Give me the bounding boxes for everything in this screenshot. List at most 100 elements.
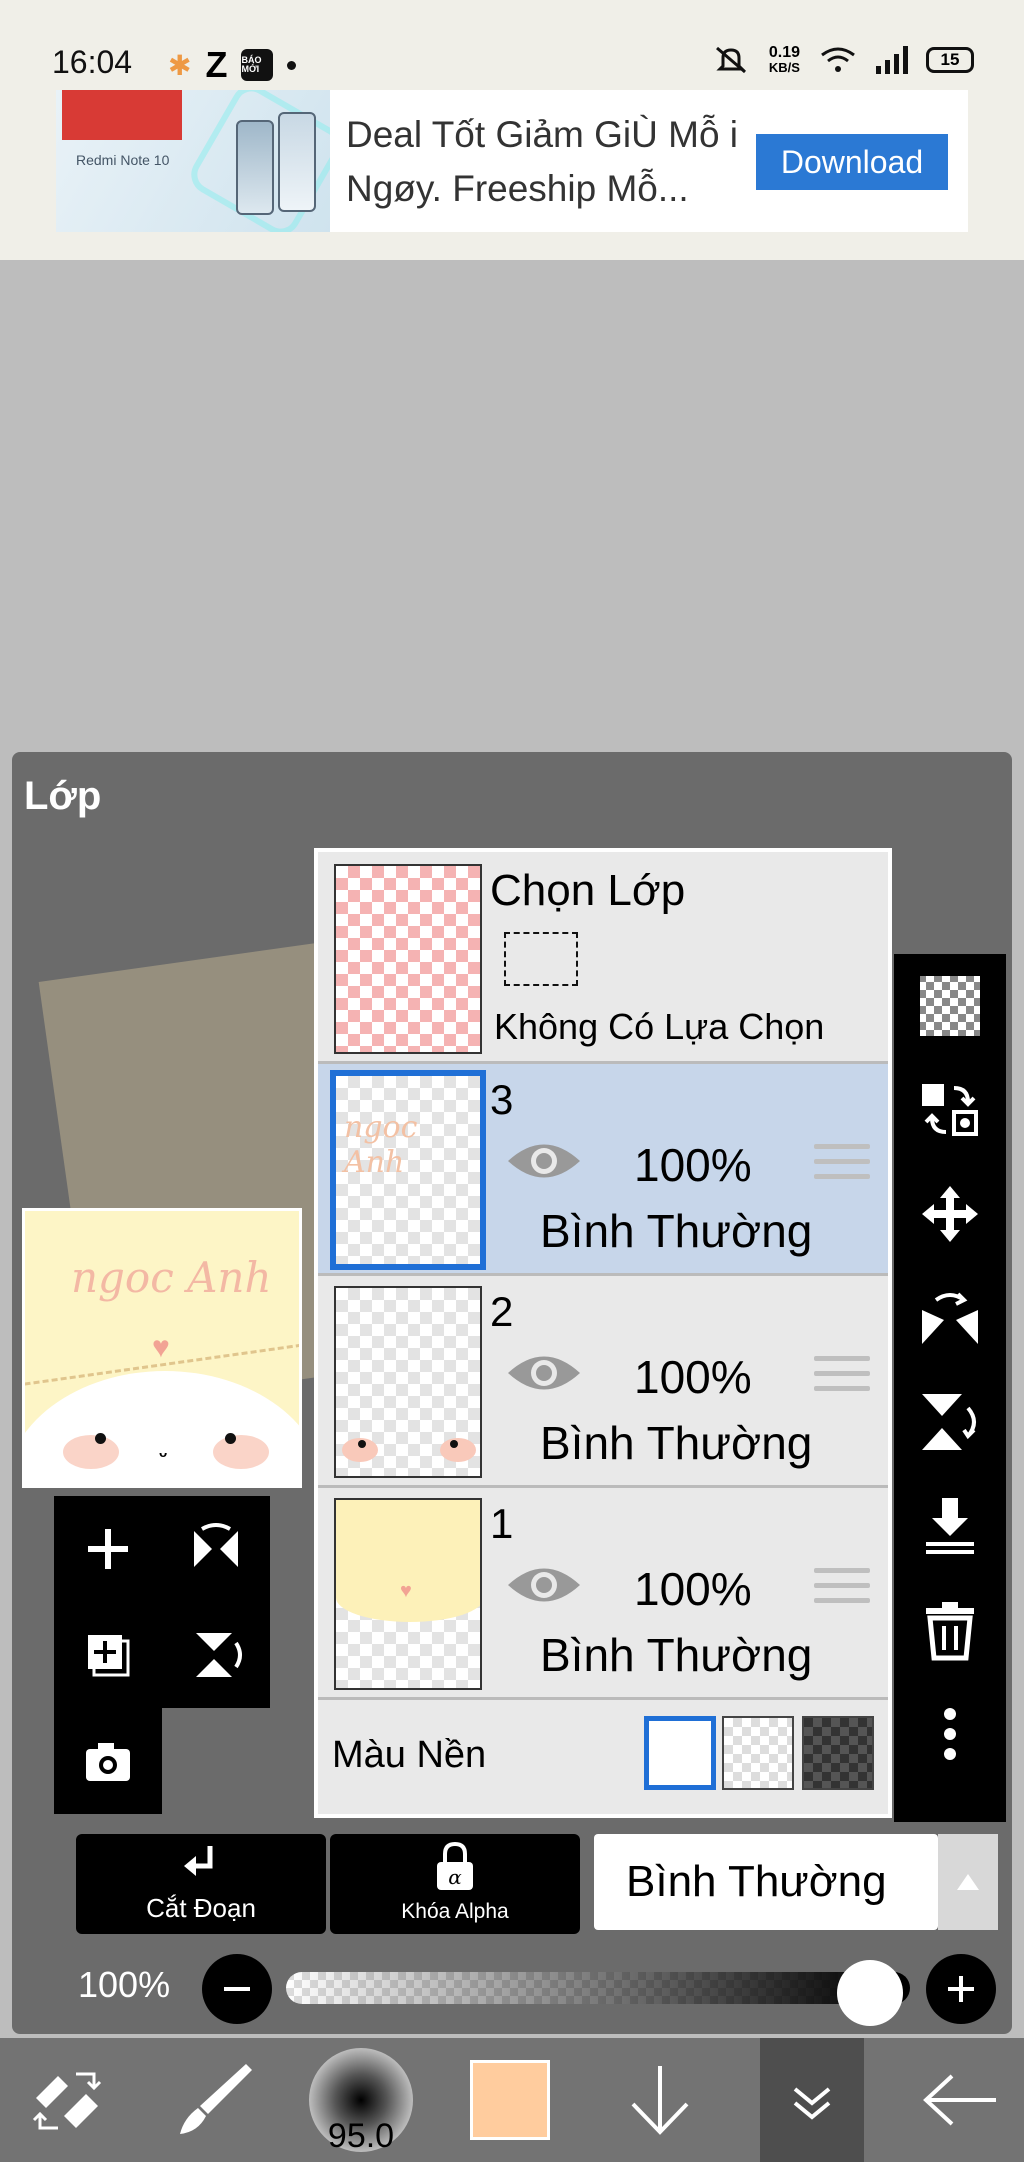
- eye-icon[interactable]: [504, 1136, 584, 1186]
- flip-vertical-button[interactable]: [162, 1602, 270, 1708]
- news-icon: BÁO MỚI: [241, 49, 274, 81]
- blend-mode-select[interactable]: Bình Thường: [594, 1834, 938, 1930]
- layer-thumbnail-text: ngoc Anh: [344, 1110, 418, 1180]
- back-button[interactable]: [910, 2038, 1010, 2162]
- layer-blend-mode: Bình Thường: [540, 1205, 813, 1257]
- canvas-preview[interactable]: ngoc Anh ♥ ᵕ: [22, 1208, 302, 1488]
- move-button[interactable]: [894, 1162, 1006, 1266]
- status-left-icons: ✱ Z BÁO MỚI: [168, 44, 297, 86]
- color-picker-button[interactable]: [460, 2038, 560, 2162]
- selection-title: Chọn Lớp: [490, 866, 686, 915]
- layer-row[interactable]: 2 100% Bình Thường: [318, 1276, 888, 1488]
- ad-text[interactable]: Deal Tốt Giảm GiÙ Mỗ i Ngøy. Freeship Mỗ…: [346, 108, 766, 216]
- tool-switch-icon: [32, 2072, 102, 2130]
- ad-banner[interactable]: Redmi Note 10 Deal Tốt Giảm GiÙ Mỗ i Ngø…: [56, 90, 968, 232]
- background-color-label: Màu Nền: [332, 1734, 487, 1776]
- brush-size-value: 95.0: [327, 2117, 395, 2155]
- more-options-button[interactable]: [894, 1682, 1006, 1786]
- ad-image-caption: Redmi Note 10: [76, 152, 170, 168]
- opacity-slider[interactable]: [286, 1972, 910, 2004]
- layer-blend-mode: Bình Thường: [540, 1417, 813, 1469]
- triangle-up-icon: [957, 1874, 979, 1890]
- preview-name: ngoc Anh: [71, 1253, 272, 1302]
- brush-size-preview: 95.0: [309, 2048, 413, 2155]
- flip-horizontal-button[interactable]: [162, 1496, 270, 1602]
- brush-size-button[interactable]: 95.0: [306, 2038, 416, 2162]
- layer-down-button[interactable]: [610, 2038, 710, 2162]
- merge-down-button[interactable]: [894, 1474, 1006, 1578]
- tool-switch-button[interactable]: [18, 2038, 118, 2162]
- layer-opacity: 100%: [634, 1351, 752, 1403]
- chevron-double-down-icon: [793, 2087, 831, 2120]
- layer-number: 1: [490, 1500, 514, 1547]
- opacity-minus-button[interactable]: [202, 1954, 272, 2024]
- camera-button[interactable]: [54, 1708, 162, 1814]
- background-white-option[interactable]: [644, 1716, 716, 1790]
- svg-text:α: α: [448, 1865, 462, 1889]
- selection-layer-row[interactable]: Chọn Lớp Không Có Lựa Chọn: [318, 852, 888, 1064]
- ad-image[interactable]: Redmi Note 10: [56, 90, 330, 232]
- layer-tool-grid: [54, 1496, 270, 1814]
- flip-horizontal-icon: [922, 1292, 978, 1344]
- photos-icon: ✱: [168, 49, 192, 81]
- flip-vertical-icon: [196, 1633, 242, 1677]
- status-time: 16:04: [52, 44, 133, 80]
- background-dark-option[interactable]: [802, 1716, 874, 1790]
- arrow-down-icon: [631, 2066, 689, 2135]
- flip-vertical-side-button[interactable]: [894, 1370, 1006, 1474]
- layer-thumbnail: ngoc Anh: [330, 1070, 486, 1270]
- background-color-row: Màu Nền: [318, 1700, 888, 1814]
- notification-dot: [287, 60, 297, 70]
- background-checker-option[interactable]: [722, 1716, 794, 1790]
- layer-opacity: 100%: [634, 1139, 752, 1191]
- blend-mode-dropdown-button[interactable]: [938, 1834, 998, 1930]
- panel-title: Lớp: [24, 774, 102, 818]
- drag-handle-icon[interactable]: [814, 1568, 870, 1612]
- clipping-button[interactable]: Cắt Đoạn: [76, 1834, 326, 1934]
- alpha-lock-label: Khóa Alpha: [401, 1900, 509, 1923]
- wifi-icon: [821, 47, 855, 72]
- opacity-label: 100%: [78, 1964, 171, 2005]
- layer-opacity: 100%: [634, 1563, 752, 1615]
- drag-handle-icon[interactable]: [814, 1144, 870, 1188]
- selection-thumbnail: [334, 864, 482, 1054]
- opacity-plus-button[interactable]: [926, 1954, 996, 2024]
- brush-icon: [180, 2064, 252, 2134]
- color-swatch: [470, 2060, 550, 2140]
- transparency-button[interactable]: [894, 954, 1006, 1058]
- layer-convert-icon: [922, 1084, 978, 1136]
- z-icon: Z: [205, 44, 228, 85]
- duplicate-layer-icon: [88, 1635, 130, 1677]
- layer-row[interactable]: ngoc Anh 3 100% Bình Thường: [318, 1064, 888, 1276]
- ad-download-button[interactable]: Download: [756, 134, 948, 190]
- selection-subtitle: Không Có Lựa Chọn: [494, 1006, 825, 1047]
- eye-icon[interactable]: [504, 1348, 584, 1398]
- layer-blend-mode: Bình Thường: [540, 1629, 813, 1681]
- layer-number: 3: [490, 1076, 514, 1123]
- add-layer-icon: [88, 1529, 128, 1569]
- clipping-label: Cắt Đoạn: [146, 1893, 256, 1923]
- brush-tool-button[interactable]: [164, 2038, 264, 2162]
- opacity-slider-knob[interactable]: [837, 1960, 904, 2026]
- heart-icon: ♥: [152, 1331, 170, 1364]
- transparency-icon: [920, 976, 980, 1036]
- collapse-panel-button[interactable]: [760, 2038, 864, 2162]
- drag-handle-icon[interactable]: [814, 1356, 870, 1400]
- flip-horizontal-side-button[interactable]: [894, 1266, 1006, 1370]
- layer-number: 2: [490, 1288, 514, 1335]
- flip-vertical-icon: [922, 1394, 976, 1450]
- network-speed: 0.19 KB/S: [768, 44, 800, 76]
- duplicate-layer-button[interactable]: [54, 1602, 162, 1708]
- eye-icon[interactable]: [504, 1560, 584, 1610]
- layer-thumbnail: [334, 1286, 482, 1478]
- alpha-lock-button[interactable]: α Khóa Alpha: [330, 1834, 580, 1934]
- merge-down-icon: [926, 1498, 974, 1554]
- layer-row[interactable]: ♥ 1 100% Bình Thường: [318, 1488, 888, 1700]
- layer-convert-button[interactable]: [894, 1058, 1006, 1162]
- bottom-toolbar: 95.0: [0, 2038, 1024, 2162]
- flip-horizontal-icon: [194, 1523, 238, 1567]
- delete-layer-button[interactable]: [894, 1578, 1006, 1682]
- layer-side-toolbar: [894, 954, 1006, 1822]
- add-layer-button[interactable]: [54, 1496, 162, 1602]
- camera-icon: [86, 1743, 130, 1781]
